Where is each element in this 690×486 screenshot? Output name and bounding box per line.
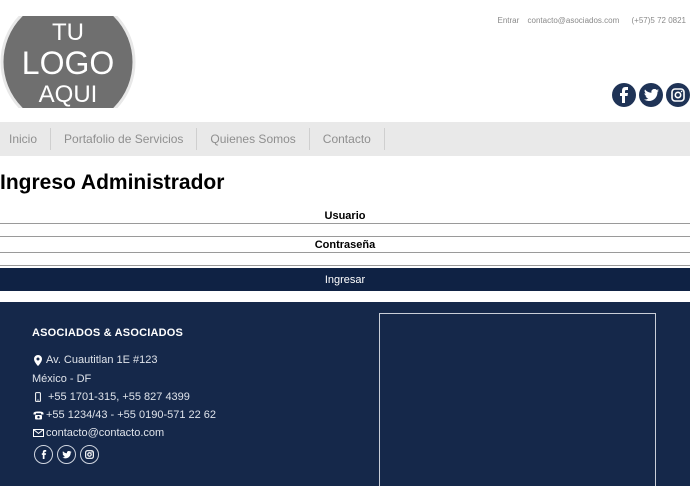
nav-item-quienes-somos[interactable]: Quienes Somos [197, 128, 310, 150]
header-phone: (+57)5 72 0821 [631, 16, 687, 25]
username-input[interactable] [0, 223, 690, 237]
login-link[interactable]: Entrar [498, 16, 520, 25]
instagram-icon[interactable] [80, 445, 99, 464]
logo[interactable]: TU LOGO AQUI [0, 16, 136, 108]
main-nav: Inicio Portafolio de Servicios Quienes S… [0, 122, 690, 156]
footer-map-frame[interactable] [379, 313, 656, 486]
logo-text-line2: LOGO [22, 45, 114, 81]
footer-address-line2: México - DF [32, 373, 92, 385]
header-social-icons [612, 83, 690, 107]
nav-item-contacto[interactable]: Contacto [310, 128, 385, 150]
footer-mobile-text: +55 1701-315, +55 827 4399 [48, 391, 190, 403]
footer-phone: +55 1234/43 - +55 0190-571 22 62 [32, 409, 216, 421]
login-submit-button[interactable]: Ingresar [0, 268, 690, 291]
logo-graphic: TU LOGO AQUI [0, 16, 136, 108]
top-links: Entrar contacto@asociados.com (+57)5 72 … [492, 16, 687, 25]
header-email-link[interactable]: contacto@asociados.com [528, 16, 620, 25]
map-marker-icon [32, 354, 44, 366]
twitter-icon[interactable] [639, 83, 663, 107]
footer-email-link[interactable]: contacto@contacto.com [46, 427, 164, 439]
username-label: Usuario [324, 210, 366, 222]
footer-social-icons [34, 445, 99, 464]
facebook-icon[interactable] [34, 445, 53, 464]
password-label: Contraseña [314, 239, 376, 251]
telephone-icon [32, 411, 44, 420]
logo-text-line1: TU [52, 19, 84, 46]
footer-address: Av. Cuautitlan 1E #123 [32, 354, 158, 366]
nav-item-portafolio[interactable]: Portafolio de Servicios [51, 128, 198, 150]
page-title: Ingreso Administrador [0, 171, 225, 194]
password-input[interactable] [0, 252, 690, 266]
logo-text-line3: AQUI [39, 81, 98, 108]
nav-item-inicio[interactable]: Inicio [0, 128, 52, 150]
footer-company-name: ASOCIADOS & ASOCIADOS [32, 327, 184, 339]
site-header: TU LOGO AQUI Entrar contacto@asociados.c… [0, 0, 690, 122]
footer-mobile: +55 1701-315, +55 827 4399 [32, 391, 190, 403]
instagram-icon[interactable] [666, 83, 690, 107]
facebook-icon[interactable] [612, 83, 636, 107]
mobile-phone-icon [32, 392, 44, 402]
footer-phone-text: +55 1234/43 - +55 0190-571 22 62 [46, 409, 217, 421]
twitter-icon[interactable] [57, 445, 76, 464]
site-footer: ASOCIADOS & ASOCIADOS Av. Cuautitlan 1E … [0, 302, 690, 486]
footer-email: contacto@contacto.com [32, 427, 164, 439]
footer-address-line1: Av. Cuautitlan 1E #123 [46, 354, 158, 366]
envelope-icon [32, 429, 44, 437]
